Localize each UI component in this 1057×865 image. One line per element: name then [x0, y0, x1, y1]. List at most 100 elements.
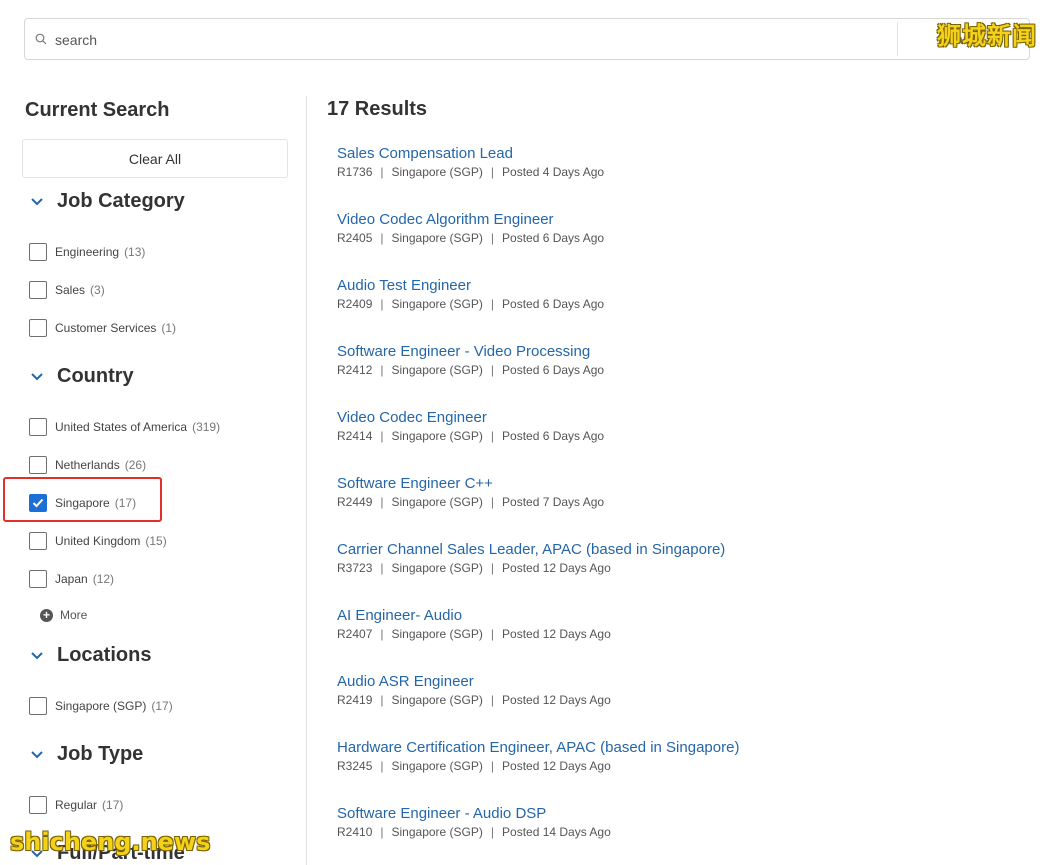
job-id: R1736: [337, 165, 373, 179]
filter-count: (17): [151, 699, 173, 713]
job-title-link[interactable]: Carrier Channel Sales Leader, APAC (base…: [337, 541, 725, 559]
job-title-link[interactable]: Hardware Certification Engineer, APAC (b…: [337, 739, 739, 757]
column-divider: [306, 96, 307, 865]
separator: |: [490, 627, 495, 641]
job-location: Singapore (SGP): [391, 561, 483, 575]
filter-option-japan[interactable]: Japan (12): [29, 570, 114, 588]
search-input[interactable]: [53, 27, 917, 53]
filter-option-singapore-sgp[interactable]: Singapore (SGP) (17): [29, 697, 173, 715]
job-location: Singapore (SGP): [391, 297, 483, 311]
checkbox[interactable]: [29, 456, 47, 474]
watermark-bottom: shicheng.news: [10, 828, 211, 856]
clear-all-button[interactable]: Clear All: [22, 139, 288, 178]
job-posted: Posted 6 Days Ago: [502, 231, 605, 245]
job-title-link[interactable]: Software Engineer - Audio DSP: [337, 805, 611, 823]
job-title-link[interactable]: Software Engineer - Video Processing: [337, 343, 604, 361]
job-title-link[interactable]: Audio Test Engineer: [337, 277, 604, 295]
job-id: R2410: [337, 825, 373, 839]
job-meta: R3723 | Singapore (SGP) | Posted 12 Days Ago: [337, 561, 725, 575]
separator: |: [380, 429, 384, 443]
job-title-link[interactable]: Video Codec Algorithm Engineer: [337, 211, 604, 229]
checkbox[interactable]: [29, 281, 47, 299]
job-id: R2419: [337, 693, 373, 707]
separator: |: [380, 363, 384, 377]
separator: |: [380, 561, 384, 575]
checkbox[interactable]: [29, 319, 47, 337]
checkbox[interactable]: [29, 796, 47, 814]
separator: |: [490, 693, 495, 707]
separator: |: [490, 561, 495, 575]
filter-count: (3): [90, 283, 105, 297]
filter-option-singapore[interactable]: Singapore (17): [29, 494, 136, 512]
job-location: Singapore (SGP): [391, 759, 483, 773]
job-location: Singapore (SGP): [391, 165, 483, 179]
job-meta: R2419 | Singapore (SGP) | Posted 12 Days Ago: [337, 693, 611, 707]
separator: |: [380, 297, 384, 311]
filter-option-customer-services[interactable]: Customer Services (1): [29, 319, 176, 337]
plus-circle-icon: +: [40, 608, 53, 622]
checkbox[interactable]: [29, 532, 47, 550]
current-search-title: Current Search: [25, 99, 170, 121]
checkbox[interactable]: [29, 243, 47, 261]
separator: |: [380, 759, 384, 773]
separator: |: [490, 759, 495, 773]
filter-option-engineering[interactable]: Engineering (13): [29, 243, 145, 261]
job-title-link[interactable]: Audio ASR Engineer: [337, 673, 611, 691]
filter-label: Singapore: [55, 496, 110, 510]
checkbox[interactable]: [29, 697, 47, 715]
job-result: Software Engineer - Audio DSP R2410 | Sing…: [337, 805, 611, 839]
filter-count: (17): [114, 496, 137, 510]
job-location: Singapore (SGP): [391, 363, 483, 377]
job-id: R2405: [337, 231, 373, 245]
filter-count: (319): [192, 420, 221, 434]
results-count-title: 17 Results: [327, 98, 428, 120]
job-id: R2414: [337, 429, 373, 443]
filter-option-united-kingdom[interactable]: United Kingdom (15): [29, 532, 167, 550]
job-location: Singapore (SGP): [391, 495, 483, 509]
job-posted: Posted 7 Days Ago: [502, 495, 605, 509]
filter-count: (13): [124, 245, 146, 259]
job-result: Video Codec Engineer R2414 | Singapore (SG…: [337, 409, 604, 443]
separator: |: [490, 429, 495, 443]
filter-count: (12): [92, 572, 115, 586]
job-title-link[interactable]: Software Engineer C++: [337, 475, 604, 493]
job-id: R2412: [337, 363, 373, 377]
job-title-link[interactable]: Video Codec Engineer: [337, 409, 604, 427]
separator: |: [380, 627, 384, 641]
search-bar: Search: [24, 18, 1030, 60]
job-posted: Posted 12 Days Ago: [502, 561, 611, 575]
filter-label: Engineering: [55, 245, 120, 259]
filter-option-usa[interactable]: United States of America (319): [29, 418, 220, 436]
search-icon: [35, 33, 47, 45]
job-result: Carrier Channel Sales Leader, APAC (base…: [337, 541, 725, 575]
filter-label: Sales: [55, 283, 86, 297]
filter-option-regular[interactable]: Regular (17): [29, 796, 123, 814]
facet-header-job-type[interactable]: Job Type: [30, 743, 143, 766]
job-result: Audio Test Engineer R2409 | Singapore (SGP…: [337, 277, 604, 311]
job-location: Singapore (SGP): [391, 429, 483, 443]
checkbox-checked[interactable]: [29, 494, 47, 512]
job-meta: R3245 | Singapore (SGP) | Posted 12 Days Ago: [337, 759, 739, 773]
facet-header-country[interactable]: Country: [30, 365, 134, 388]
job-title-link[interactable]: Sales Compensation Lead: [337, 145, 604, 163]
job-posted: Posted 12 Days Ago: [502, 693, 611, 707]
separator: |: [490, 231, 495, 245]
checkbox[interactable]: [29, 418, 47, 436]
filter-option-sales[interactable]: Sales (3): [29, 281, 105, 299]
job-meta: R2410 | Singapore (SGP) | Posted 14 Days Ago: [337, 825, 611, 839]
filter-option-netherlands[interactable]: Netherlands (26): [29, 456, 146, 474]
job-result: Software Engineer - Video Processing R24…: [337, 343, 604, 377]
facet-header-locations[interactable]: Locations: [30, 644, 151, 667]
job-meta: R2449 | Singapore (SGP) | Posted 7 Days Ago: [337, 495, 604, 509]
more-link[interactable]: + More: [40, 608, 87, 622]
job-result: Software Engineer C++ R2449 | Singapore (S…: [337, 475, 604, 509]
job-id: R2407: [337, 627, 373, 641]
job-title-link[interactable]: AI Engineer- Audio: [337, 607, 611, 625]
facet-header-job-category[interactable]: Job Category: [30, 190, 185, 213]
separator: |: [380, 825, 384, 839]
job-id: R2449: [337, 495, 373, 509]
job-meta: R2414 | Singapore (SGP) | Posted 6 Days Ago: [337, 429, 604, 443]
checkbox[interactable]: [29, 570, 47, 588]
facet-title: Job Type: [57, 743, 144, 765]
watermark-top: 狮城新闻: [937, 22, 1037, 50]
